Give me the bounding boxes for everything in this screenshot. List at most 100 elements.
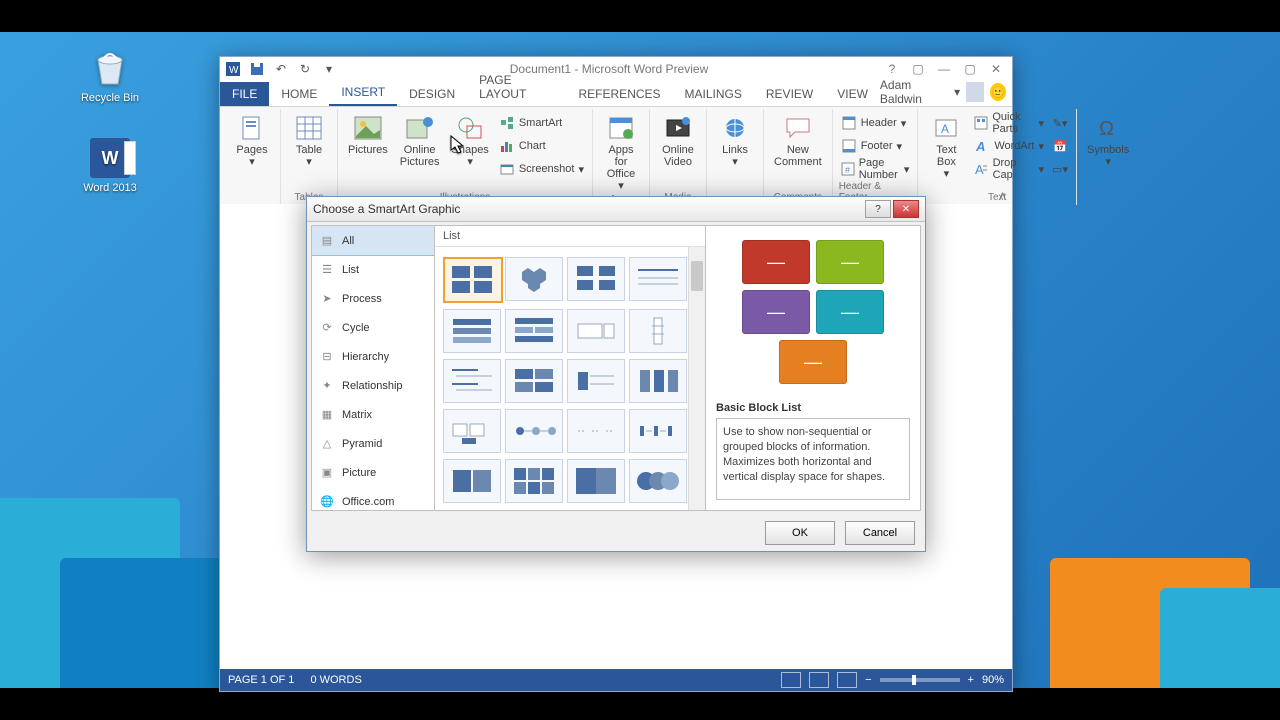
smartart-thumb[interactable] [505,309,563,353]
table-button[interactable]: Table▾ [287,112,331,170]
zoom-value[interactable]: 90% [982,674,1004,686]
smartart-button[interactable]: SmartArt [497,112,586,134]
smartart-thumb-basic-block-list[interactable] [443,257,503,303]
gallery-scrollbar[interactable] [688,247,705,510]
tab-page-layout[interactable]: PAGE LAYOUT [467,68,566,106]
tab-review[interactable]: REVIEW [754,82,825,106]
view-print-layout[interactable] [809,672,829,688]
category-matrix[interactable]: ▦Matrix [312,400,434,429]
user-name[interactable]: Adam Baldwin [880,78,948,106]
zoom-in-button[interactable]: + [968,674,974,686]
smartart-thumb[interactable] [629,459,687,503]
smartart-thumb[interactable] [567,359,625,403]
category-officecom[interactable]: 🌐Office.com [312,487,434,510]
category-picture[interactable]: ▣Picture [312,458,434,487]
shapes-button[interactable]: Shapes▾ [448,112,493,170]
smartart-thumb[interactable] [567,409,625,453]
tab-references[interactable]: REFERENCES [567,82,673,106]
tab-insert[interactable]: INSERT [329,80,397,106]
tab-file[interactable]: FILE [220,82,269,106]
dialog-titlebar[interactable]: Choose a SmartArt Graphic ? ✕ [307,197,925,222]
chart-button[interactable]: Chart [497,135,586,157]
smartart-thumb[interactable] [443,409,501,453]
screenshot-button[interactable]: Screenshot ▾ [497,158,586,180]
zoom-slider[interactable] [880,678,960,682]
pages-button[interactable]: Pages▾ [230,112,274,170]
feedback-smiley-icon[interactable]: 🙂 [990,83,1006,101]
smartart-thumb[interactable] [629,409,687,453]
tab-design[interactable]: DESIGN [397,82,467,106]
tab-mailings[interactable]: MAILINGS [673,82,754,106]
minimize-button[interactable]: — [932,60,956,78]
status-words[interactable]: 0 WORDS [310,674,361,686]
category-process[interactable]: ➤Process [312,284,434,313]
redo-button[interactable]: ↻ [296,60,314,78]
wordart-button[interactable]: AWordArt ▾ [972,135,1046,157]
smartart-thumb[interactable] [629,257,687,301]
close-button[interactable]: ✕ [984,60,1008,78]
smartart-icon [499,115,515,131]
page-number-button[interactable]: #Page Number ▾ [839,158,912,180]
drop-cap-button[interactable]: ADrop Cap ▾ [972,158,1046,180]
smartart-thumb[interactable] [629,359,687,403]
signature-line-button[interactable]: ✎▾ [1050,112,1070,134]
help-button[interactable]: ? [880,60,904,78]
object-button[interactable]: ▭▾ [1050,158,1070,180]
category-relationship[interactable]: ✦Relationship [312,371,434,400]
quick-parts-button[interactable]: Quick Parts ▾ [972,112,1046,134]
dialog-close-button[interactable]: ✕ [893,200,919,218]
status-page[interactable]: PAGE 1 OF 1 [228,674,294,686]
smartart-thumb[interactable] [567,257,625,301]
desktop-icon-word2013[interactable]: W Word 2013 [75,138,145,194]
qat-customize[interactable]: ▾ [320,60,338,78]
new-comment-button[interactable]: New Comment [770,112,826,170]
pictures-button[interactable]: Pictures [344,112,392,158]
tab-home[interactable]: HOME [269,82,329,106]
category-pyramid[interactable]: △Pyramid [312,429,434,458]
text-box-button[interactable]: AText Box▾ [924,112,968,182]
collapse-ribbon-button[interactable]: ᐱ [999,192,1006,203]
view-read-mode[interactable] [781,672,801,688]
category-hierarchy[interactable]: ⊟Hierarchy [312,342,434,371]
footer-button[interactable]: Footer ▾ [839,135,912,157]
save-button[interactable] [248,60,266,78]
tab-view[interactable]: VIEW [825,82,880,106]
symbols-button[interactable]: ΩSymbols▾ [1083,112,1133,170]
category-all[interactable]: ▤All [312,226,435,256]
smartart-thumb[interactable] [443,459,501,503]
smartart-thumb[interactable] [629,309,687,353]
smartart-thumb[interactable] [443,359,501,403]
smartart-thumb[interactable] [567,309,625,353]
smartart-thumb[interactable] [505,409,563,453]
undo-button[interactable]: ↶ [272,60,290,78]
cancel-button[interactable]: Cancel [845,521,915,545]
ribbon-options-button[interactable]: ▢ [906,60,930,78]
smartart-thumb[interactable] [505,359,563,403]
text-box-icon: A [931,114,961,142]
ok-button[interactable]: OK [765,521,835,545]
category-cycle[interactable]: ⟳Cycle [312,313,434,342]
smartart-thumb[interactable] [505,459,563,503]
maximize-button[interactable]: ▢ [958,60,982,78]
smartart-thumb[interactable] [505,257,563,301]
window-title: Document1 - Microsoft Word Preview [338,62,880,76]
apps-for-office-button[interactable]: Apps for Office ▾ [599,112,643,194]
links-button[interactable]: Links▾ [713,112,757,170]
date-time-button[interactable]: 📅 [1050,135,1070,157]
svg-text:#: # [845,165,850,175]
dialog-help-button[interactable]: ? [865,200,891,218]
category-list[interactable]: ☰List [312,255,434,284]
pictures-icon [353,114,383,142]
online-video-button[interactable]: Online Video [656,112,700,170]
zoom-out-button[interactable]: − [865,674,871,686]
dialog-body: ▤All ☰List ➤Process ⟳Cycle ⊟Hierarchy ✦R… [311,225,921,511]
date-icon: 📅 [1052,138,1068,154]
globe-icon: 🌐 [320,495,334,509]
smartart-thumb[interactable] [567,459,625,503]
avatar[interactable] [966,82,984,102]
online-pictures-button[interactable]: Online Pictures [396,112,444,170]
smartart-thumb[interactable] [443,309,501,353]
view-web-layout[interactable] [837,672,857,688]
desktop-icon-recycle-bin[interactable]: Recycle Bin [75,48,145,104]
header-button[interactable]: Header ▾ [839,112,912,134]
